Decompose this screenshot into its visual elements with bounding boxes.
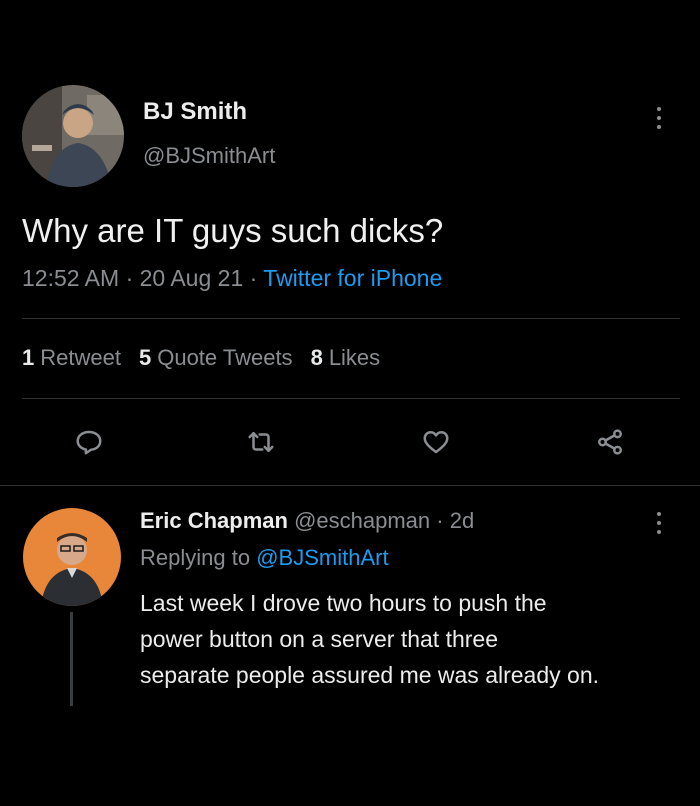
share-icon[interactable] <box>593 425 627 459</box>
replying-to: Replying to @BJSmithArt <box>140 545 389 571</box>
replying-to-mention[interactable]: @BJSmithArt <box>256 545 388 570</box>
tweet-date: 20 Aug 21 <box>139 265 244 291</box>
divider <box>22 398 680 399</box>
thread-line <box>70 612 73 706</box>
tweet-source[interactable]: Twitter for iPhone <box>263 265 442 291</box>
quotes-count: 5 <box>138 345 152 370</box>
likes-label: Likes <box>328 345 381 370</box>
more-options-icon[interactable] <box>656 512 662 534</box>
author-name[interactable]: BJ Smith <box>143 98 247 126</box>
retweets-stat[interactable]: 1 Retweet <box>22 345 121 371</box>
reply-author-avatar-image <box>23 508 121 606</box>
reply-age: 2d <box>449 508 475 533</box>
quotes-stat[interactable]: 5 Quote Tweets <box>139 345 293 371</box>
author-avatar-image <box>22 85 124 187</box>
quotes-label: Quote Tweets <box>157 345 293 370</box>
reply-text-line: power button on a server that three <box>140 626 498 652</box>
reply-text-line: separate people assured me was already o… <box>140 662 600 688</box>
tweet-meta: 12:52 AM · 20 Aug 21 · Twitter for iPhon… <box>22 265 442 292</box>
reply-text: Last week I drove two hours to push the … <box>140 585 685 693</box>
retweets-count: 1 <box>22 345 35 370</box>
reply-separator: · <box>436 508 444 533</box>
meta-separator: · <box>125 265 134 291</box>
replying-to-prefix: Replying to <box>140 545 251 570</box>
like-icon[interactable] <box>419 425 453 459</box>
author-avatar[interactable] <box>22 85 124 187</box>
likes-count: 8 <box>310 345 323 370</box>
retweet-icon[interactable] <box>244 425 278 459</box>
more-options-icon[interactable] <box>656 107 662 129</box>
reply-author-handle[interactable]: @eschapman <box>294 508 430 533</box>
tweet-stats: 1 Retweet 5 Quote Tweets 8 Likes <box>22 345 380 371</box>
author-handle[interactable]: @BJSmithArt <box>143 143 275 169</box>
reply-text-line: Last week I drove two hours to push the <box>140 590 547 616</box>
reply-author-name[interactable]: Eric Chapman <box>140 508 288 533</box>
divider <box>22 318 680 319</box>
divider <box>0 485 700 486</box>
retweets-label: Retweet <box>40 345 121 370</box>
reply-header: Eric Chapman @eschapman · 2d <box>140 508 474 534</box>
meta-separator: · <box>249 265 258 291</box>
tweet-text: Why are IT guys such dicks? <box>22 212 444 249</box>
likes-stat[interactable]: 8 Likes <box>311 345 381 371</box>
reply-author-avatar[interactable] <box>23 508 121 606</box>
tweet-time: 12:52 AM <box>22 265 120 291</box>
reply-icon[interactable] <box>72 425 106 459</box>
